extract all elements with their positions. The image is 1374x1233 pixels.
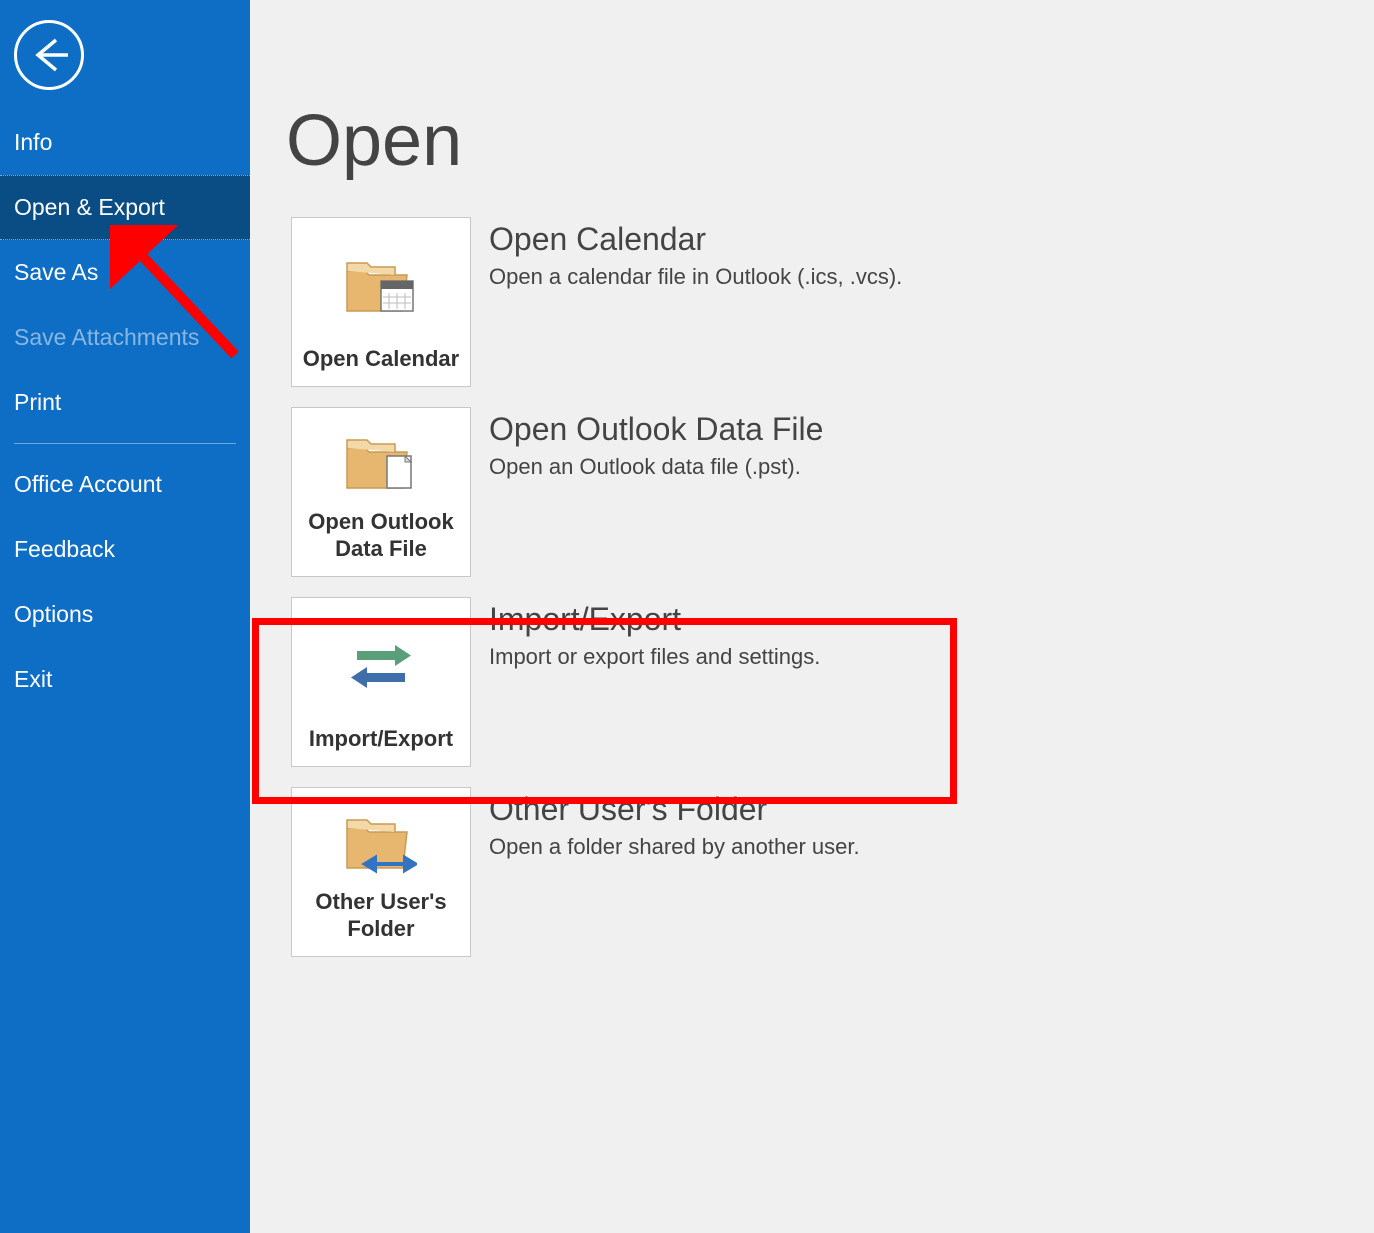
option-desc: Open an Outlook data file (.pst). xyxy=(489,454,823,480)
back-button[interactable] xyxy=(14,20,84,90)
sidebar-item-label: Office Account xyxy=(14,471,162,497)
sidebar-item-label: Options xyxy=(14,601,93,627)
sidebar-item-label: Info xyxy=(14,129,52,155)
import-export-icon xyxy=(345,639,417,695)
option-row-other-users-folder: Other User's Folder Other User's Folder … xyxy=(286,782,1338,962)
option-title: Open Outlook Data File xyxy=(489,411,823,448)
sidebar-item-label: Save As xyxy=(14,259,98,285)
sidebar-item-label: Exit xyxy=(14,666,52,692)
option-desc: Open a calendar file in Outlook (.ics, .… xyxy=(489,264,902,290)
option-title: Open Calendar xyxy=(489,221,902,258)
option-row-open-calendar: Open Calendar Open Calendar Open a calen… xyxy=(286,212,1338,392)
sidebar-item-save-as[interactable]: Save As xyxy=(0,240,250,305)
backstage-sidebar: Info Open & Export Save As Save Attachme… xyxy=(0,0,250,1233)
sidebar-item-options[interactable]: Options xyxy=(0,582,250,647)
data-file-folder-icon xyxy=(345,434,417,494)
option-desc: Open a folder shared by another user. xyxy=(489,834,860,860)
option-2.desc: Import or export files and settings. xyxy=(489,644,820,670)
sidebar-item-save-attachments: Save Attachments xyxy=(0,305,250,370)
other-users-folder-button[interactable]: Other User's Folder xyxy=(291,787,471,957)
button-label: Open Calendar xyxy=(303,346,459,372)
button-label: Other User's Folder xyxy=(300,889,462,942)
option-title: Import/Export xyxy=(489,601,820,638)
sidebar-item-label: Save Attachments xyxy=(14,324,199,350)
sidebar-item-label: Open & Export xyxy=(14,194,165,220)
page-title: Open xyxy=(286,100,1338,182)
import-export-button[interactable]: Import/Export xyxy=(291,597,471,767)
open-outlook-data-file-button[interactable]: Open Outlook Data File xyxy=(291,407,471,577)
calendar-folder-icon xyxy=(345,257,417,317)
sidebar-item-print[interactable]: Print xyxy=(0,370,250,435)
sidebar-divider xyxy=(14,443,236,444)
back-arrow-icon xyxy=(28,34,70,76)
sidebar-item-open-export[interactable]: Open & Export xyxy=(0,175,250,240)
sidebar-item-feedback[interactable]: Feedback xyxy=(0,517,250,582)
sidebar-item-label: Print xyxy=(14,389,61,415)
button-label: Open Outlook Data File xyxy=(300,509,462,562)
button-label: Import/Export xyxy=(309,726,453,752)
sidebar-item-label: Feedback xyxy=(14,536,115,562)
open-calendar-button[interactable]: Open Calendar xyxy=(291,217,471,387)
sidebar-item-exit[interactable]: Exit xyxy=(0,647,250,712)
option-title: Other User's Folder xyxy=(489,791,860,828)
content-area: Open Open Calendar Open Calendar Open a … xyxy=(250,0,1374,1233)
shared-folder-icon xyxy=(345,814,417,874)
sidebar-item-office-account[interactable]: Office Account xyxy=(0,452,250,517)
option-row-import-export: Import/Export Import/Export Import or ex… xyxy=(286,592,1338,772)
option-row-open-data-file: Open Outlook Data File Open Outlook Data… xyxy=(286,402,1338,582)
sidebar-item-info[interactable]: Info xyxy=(0,110,250,175)
